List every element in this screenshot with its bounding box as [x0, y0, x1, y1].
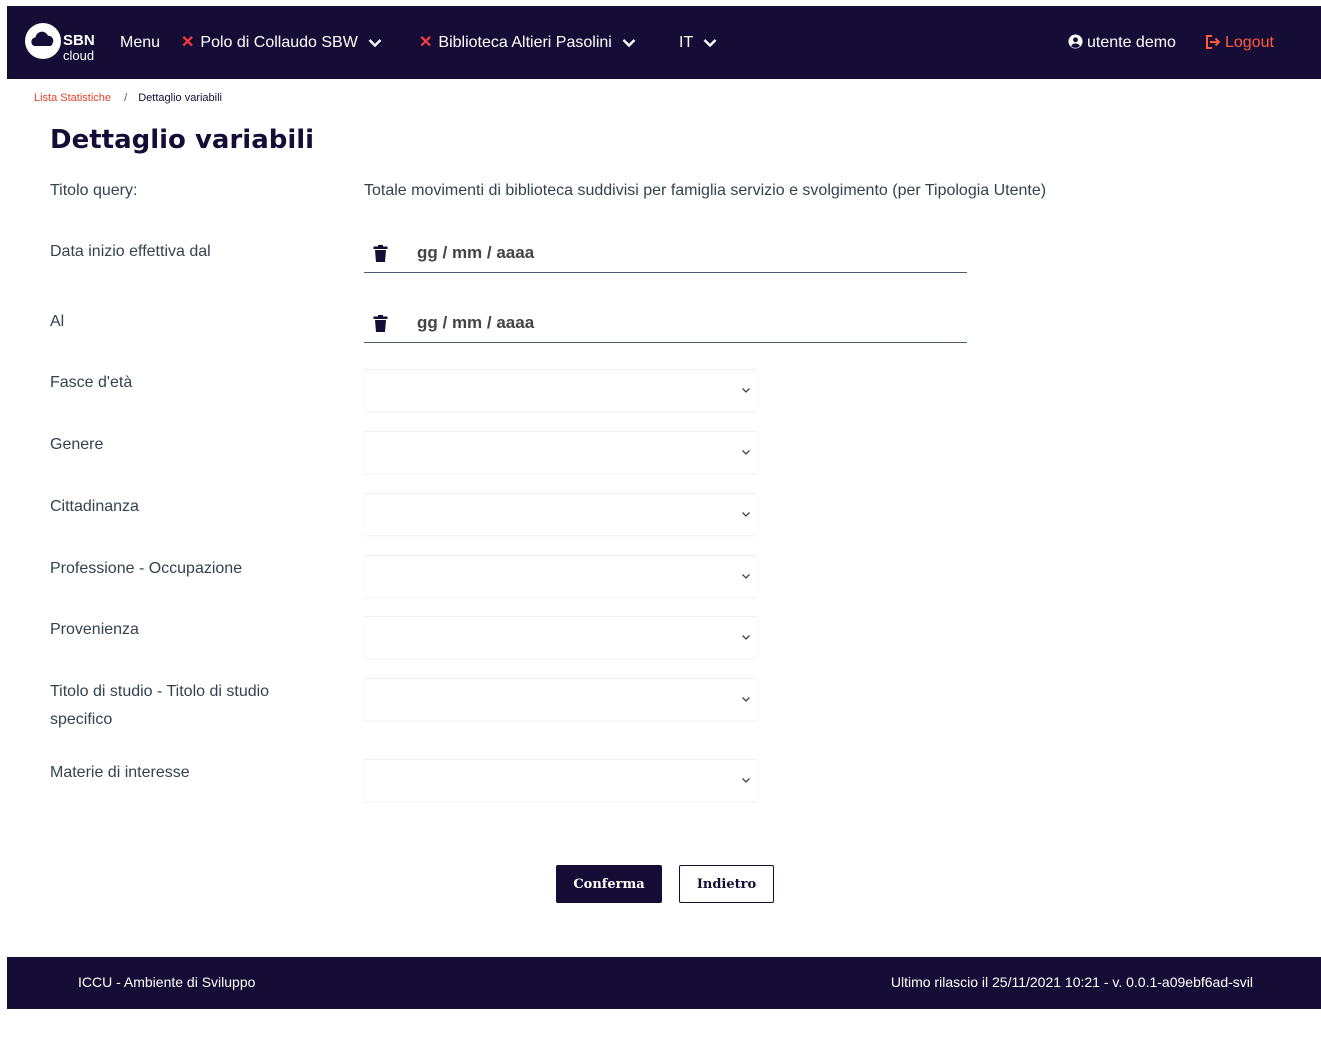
breadcrumb-separator: /	[124, 92, 128, 104]
page-title: Dettaglio variabili	[50, 125, 315, 155]
date-to-placeholder: gg / mm / aaaa	[417, 313, 535, 332]
user-name: utente demo	[1087, 34, 1176, 51]
provenienza-label: Provenienza	[50, 621, 139, 638]
cittadinanza-label: Cittadinanza	[50, 498, 139, 515]
logout-icon	[1206, 35, 1221, 49]
chevron-down-icon	[742, 778, 750, 783]
polo-dropdown[interactable]: ✕ Polo di Collaudo SBW	[181, 33, 382, 53]
chevron-down-icon	[742, 450, 750, 455]
language-dropdown[interactable]: IT	[679, 33, 717, 53]
polo-label: Polo di Collaudo SBW	[200, 34, 358, 51]
logout-label: Logout	[1225, 34, 1274, 51]
chevron-down-icon	[368, 38, 382, 47]
menu-link[interactable]: Menu	[120, 33, 160, 53]
chevron-down-icon	[622, 38, 636, 47]
date-to-input[interactable]: gg / mm / aaaa	[364, 308, 967, 343]
chevron-down-icon	[742, 388, 750, 393]
chevron-down-icon	[703, 38, 717, 47]
professione-label: Professione - Occupazione	[50, 560, 243, 577]
top-navbar: SBN cloud Menu ✕ Polo di Collaudo SBW ✕ Bi…	[7, 6, 1321, 79]
titolo-studio-select[interactable]	[364, 678, 757, 720]
provenienza-select[interactable]	[364, 616, 757, 658]
query-title-value: Totale movimenti di biblioteca suddivisi…	[364, 182, 1047, 199]
language-label: IT	[679, 34, 694, 51]
trash-icon[interactable]	[373, 245, 388, 262]
sbn-cloud-logo[interactable]: SBN cloud	[25, 20, 95, 64]
cittadinanza-select[interactable]	[364, 493, 757, 535]
titolo-studio-label-line1: Titolo di studio - Titolo di studio	[50, 683, 270, 700]
genere-select[interactable]	[364, 431, 757, 473]
confirm-button[interactable]: Conferma	[556, 865, 662, 903]
date-from-input[interactable]: gg / mm / aaaa	[364, 238, 967, 273]
logo-cloud-text: cloud	[63, 48, 95, 63]
materie-interesse-label: Materie di interesse	[50, 764, 190, 781]
biblioteca-dropdown[interactable]: ✕ Biblioteca Altieri Pasolini	[419, 33, 636, 53]
date-to-label: Al	[50, 313, 65, 330]
cloud-icon	[25, 23, 61, 59]
logout-link[interactable]: Logout	[1205, 33, 1274, 53]
footer: ICCU - Ambiente di Sviluppo Ultimo rilas…	[7, 957, 1321, 1009]
user-icon	[1068, 34, 1083, 49]
fasce-eta-select[interactable]	[364, 369, 757, 411]
chevron-down-icon	[742, 512, 750, 517]
back-button[interactable]: Indietro	[679, 865, 774, 903]
chevron-down-icon	[742, 697, 750, 702]
user-menu[interactable]: utente demo	[1068, 33, 1176, 53]
titolo-studio-label-line2: specifico	[50, 711, 113, 728]
close-icon[interactable]: ✕	[181, 34, 194, 51]
breadcrumb-link-lista-statistiche[interactable]: Lista Statistiche	[34, 92, 111, 104]
footer-environment: ICCU - Ambiente di Sviluppo	[78, 974, 256, 990]
logo-sbn-text: SBN	[63, 32, 95, 49]
materie-interesse-select[interactable]	[364, 759, 757, 801]
date-from-label: Data inizio effettiva dal	[50, 243, 211, 260]
breadcrumb: Lista Statistiche / Dettaglio variabili	[34, 92, 222, 104]
date-from-placeholder: gg / mm / aaaa	[417, 243, 535, 262]
fasce-eta-label: Fasce d'età	[50, 374, 133, 391]
chevron-down-icon	[742, 574, 750, 579]
biblioteca-label: Biblioteca Altieri Pasolini	[438, 34, 612, 51]
chevron-down-icon	[742, 635, 750, 640]
professione-select[interactable]	[364, 555, 757, 597]
query-title-label: Titolo query:	[50, 182, 138, 199]
titolo-studio-label: Titolo di studio - Titolo di studio spec…	[50, 678, 269, 734]
genere-label: Genere	[50, 436, 104, 453]
breadcrumb-current: Dettaglio variabili	[138, 92, 222, 104]
close-icon[interactable]: ✕	[419, 34, 432, 51]
footer-release-info: Ultimo rilascio il 25/11/2021 10:21 - v.…	[890, 974, 1253, 990]
trash-icon[interactable]	[373, 315, 388, 332]
